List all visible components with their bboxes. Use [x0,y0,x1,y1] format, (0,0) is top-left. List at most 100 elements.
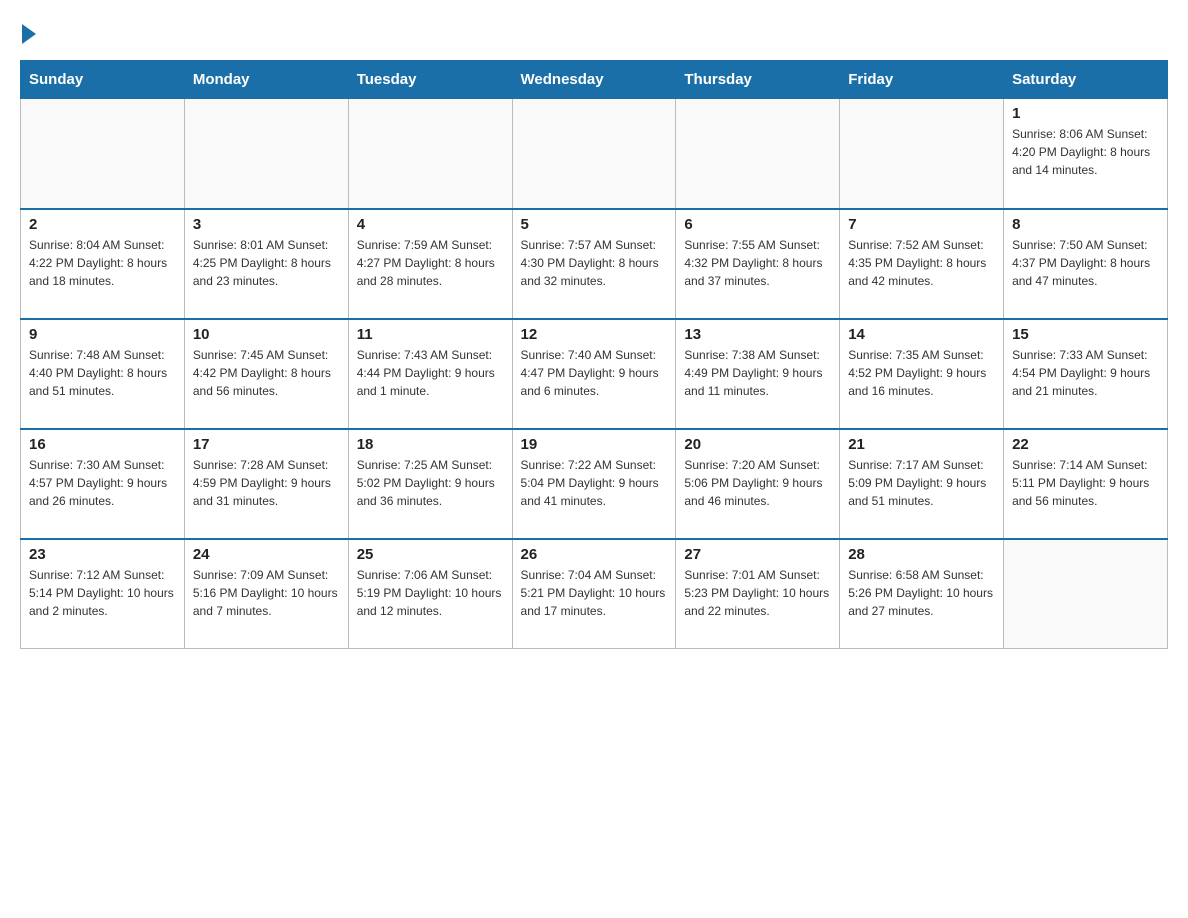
day-number: 22 [1012,436,1159,453]
calendar-cell: 26 Sunrise: 7:04 AM Sunset: 5:21 PM Dayli… [512,539,676,649]
calendar-cell: 16 Sunrise: 7:30 AM Sunset: 4:57 PM Dayli… [21,429,185,539]
day-number: 16 [29,436,176,453]
day-number: 1 [1012,105,1159,122]
calendar-cell: 12Sunrise: 7:40 AM Sunset: 4:47 PM Dayli… [512,319,676,429]
day-info: Sunrise: 8:06 AM Sunset: 4:20 PM Dayligh… [1012,125,1159,179]
day-info: Sunrise: 7:55 AM Sunset: 4:32 PM Dayligh… [684,236,831,290]
day-info: Sunrise: 7:14 AM Sunset: 5:11 PM Dayligh… [1012,456,1159,510]
day-info: Sunrise: 7:06 AM Sunset: 5:19 PM Dayligh… [357,566,504,620]
day-number: 8 [1012,216,1159,233]
week-row-1: 1 Sunrise: 8:06 AM Sunset: 4:20 PM Daylig… [21,99,1168,209]
day-info: Sunrise: 7:52 AM Sunset: 4:35 PM Dayligh… [848,236,995,290]
calendar-cell: 11 Sunrise: 7:43 AM Sunset: 4:44 PM Dayli… [348,319,512,429]
day-header-friday: Friday [840,61,1004,99]
calendar-cell: 10 Sunrise: 7:45 AM Sunset: 4:42 PM Dayli… [184,319,348,429]
day-info: Sunrise: 8:01 AM Sunset: 4:25 PM Dayligh… [193,236,340,290]
day-info: Sunrise: 7:38 AM Sunset: 4:49 PM Dayligh… [684,346,831,400]
day-number: 24 [193,546,340,563]
calendar-header-row: SundayMondayTuesdayWednesdayThursdayFrid… [21,61,1168,99]
day-info: Sunrise: 7:28 AM Sunset: 4:59 PM Dayligh… [193,456,340,510]
day-info: Sunrise: 7:45 AM Sunset: 4:42 PM Dayligh… [193,346,340,400]
day-info: Sunrise: 7:59 AM Sunset: 4:27 PM Dayligh… [357,236,504,290]
day-info: Sunrise: 7:43 AM Sunset: 4:44 PM Dayligh… [357,346,504,400]
week-row-5: 23 Sunrise: 7:12 AM Sunset: 5:14 PM Dayli… [21,539,1168,649]
day-number: 5 [521,216,668,233]
logo [20,20,36,44]
day-info: Sunrise: 7:04 AM Sunset: 5:21 PM Dayligh… [521,566,668,620]
calendar-cell: 24 Sunrise: 7:09 AM Sunset: 5:16 PM Dayli… [184,539,348,649]
calendar-cell: 27 Sunrise: 7:01 AM Sunset: 5:23 PM Dayli… [676,539,840,649]
day-info: Sunrise: 7:01 AM Sunset: 5:23 PM Dayligh… [684,566,831,620]
day-number: 21 [848,436,995,453]
calendar-cell [512,99,676,209]
day-info: Sunrise: 8:04 AM Sunset: 4:22 PM Dayligh… [29,236,176,290]
calendar-cell [184,99,348,209]
day-header-sunday: Sunday [21,61,185,99]
day-info: Sunrise: 7:33 AM Sunset: 4:54 PM Dayligh… [1012,346,1159,400]
calendar-cell: 7 Sunrise: 7:52 AM Sunset: 4:35 PM Daylig… [840,209,1004,319]
calendar-cell: 13Sunrise: 7:38 AM Sunset: 4:49 PM Dayli… [676,319,840,429]
logo-arrow-icon [22,24,36,44]
calendar-cell: 19 Sunrise: 7:22 AM Sunset: 5:04 PM Dayli… [512,429,676,539]
day-number: 25 [357,546,504,563]
calendar-cell: 22 Sunrise: 7:14 AM Sunset: 5:11 PM Dayli… [1004,429,1168,539]
day-info: Sunrise: 7:12 AM Sunset: 5:14 PM Dayligh… [29,566,176,620]
calendar-cell: 28Sunrise: 6:58 AM Sunset: 5:26 PM Dayli… [840,539,1004,649]
calendar-cell: 17 Sunrise: 7:28 AM Sunset: 4:59 PM Dayli… [184,429,348,539]
day-header-wednesday: Wednesday [512,61,676,99]
day-number: 10 [193,326,340,343]
day-number: 23 [29,546,176,563]
day-number: 9 [29,326,176,343]
calendar-cell: 15 Sunrise: 7:33 AM Sunset: 4:54 PM Dayli… [1004,319,1168,429]
day-number: 7 [848,216,995,233]
day-info: Sunrise: 7:17 AM Sunset: 5:09 PM Dayligh… [848,456,995,510]
calendar-cell [21,99,185,209]
week-row-4: 16 Sunrise: 7:30 AM Sunset: 4:57 PM Dayli… [21,429,1168,539]
calendar-cell: 3 Sunrise: 8:01 AM Sunset: 4:25 PM Daylig… [184,209,348,319]
day-number: 17 [193,436,340,453]
day-number: 20 [684,436,831,453]
day-header-thursday: Thursday [676,61,840,99]
day-header-saturday: Saturday [1004,61,1168,99]
week-row-3: 9Sunrise: 7:48 AM Sunset: 4:40 PM Daylig… [21,319,1168,429]
day-info: Sunrise: 7:22 AM Sunset: 5:04 PM Dayligh… [521,456,668,510]
day-info: Sunrise: 7:25 AM Sunset: 5:02 PM Dayligh… [357,456,504,510]
calendar-cell: 4Sunrise: 7:59 AM Sunset: 4:27 PM Daylig… [348,209,512,319]
day-number: 14 [848,326,995,343]
calendar-cell: 20Sunrise: 7:20 AM Sunset: 5:06 PM Dayli… [676,429,840,539]
calendar-cell: 1 Sunrise: 8:06 AM Sunset: 4:20 PM Daylig… [1004,99,1168,209]
calendar-cell: 9Sunrise: 7:48 AM Sunset: 4:40 PM Daylig… [21,319,185,429]
calendar-cell: 5 Sunrise: 7:57 AM Sunset: 4:30 PM Daylig… [512,209,676,319]
day-info: Sunrise: 7:57 AM Sunset: 4:30 PM Dayligh… [521,236,668,290]
calendar-cell: 14 Sunrise: 7:35 AM Sunset: 4:52 PM Dayli… [840,319,1004,429]
day-info: Sunrise: 7:50 AM Sunset: 4:37 PM Dayligh… [1012,236,1159,290]
day-number: 6 [684,216,831,233]
day-number: 12 [521,326,668,343]
calendar-cell: 25 Sunrise: 7:06 AM Sunset: 5:19 PM Dayli… [348,539,512,649]
calendar-cell: 6 Sunrise: 7:55 AM Sunset: 4:32 PM Daylig… [676,209,840,319]
day-number: 19 [521,436,668,453]
calendar-cell: 8 Sunrise: 7:50 AM Sunset: 4:37 PM Daylig… [1004,209,1168,319]
day-number: 15 [1012,326,1159,343]
week-row-2: 2 Sunrise: 8:04 AM Sunset: 4:22 PM Daylig… [21,209,1168,319]
day-number: 3 [193,216,340,233]
day-header-monday: Monday [184,61,348,99]
calendar-cell [840,99,1004,209]
day-info: Sunrise: 7:35 AM Sunset: 4:52 PM Dayligh… [848,346,995,400]
day-number: 2 [29,216,176,233]
day-info: Sunrise: 7:09 AM Sunset: 5:16 PM Dayligh… [193,566,340,620]
calendar-table: SundayMondayTuesdayWednesdayThursdayFrid… [20,60,1168,649]
calendar-cell: 18 Sunrise: 7:25 AM Sunset: 5:02 PM Dayli… [348,429,512,539]
calendar-cell [676,99,840,209]
calendar-cell [1004,539,1168,649]
day-number: 26 [521,546,668,563]
day-number: 11 [357,326,504,343]
day-number: 18 [357,436,504,453]
calendar-cell: 21 Sunrise: 7:17 AM Sunset: 5:09 PM Dayli… [840,429,1004,539]
calendar-cell: 23 Sunrise: 7:12 AM Sunset: 5:14 PM Dayli… [21,539,185,649]
calendar-cell [348,99,512,209]
day-number: 27 [684,546,831,563]
calendar-cell: 2 Sunrise: 8:04 AM Sunset: 4:22 PM Daylig… [21,209,185,319]
page-header [20,20,1168,44]
day-info: Sunrise: 7:30 AM Sunset: 4:57 PM Dayligh… [29,456,176,510]
